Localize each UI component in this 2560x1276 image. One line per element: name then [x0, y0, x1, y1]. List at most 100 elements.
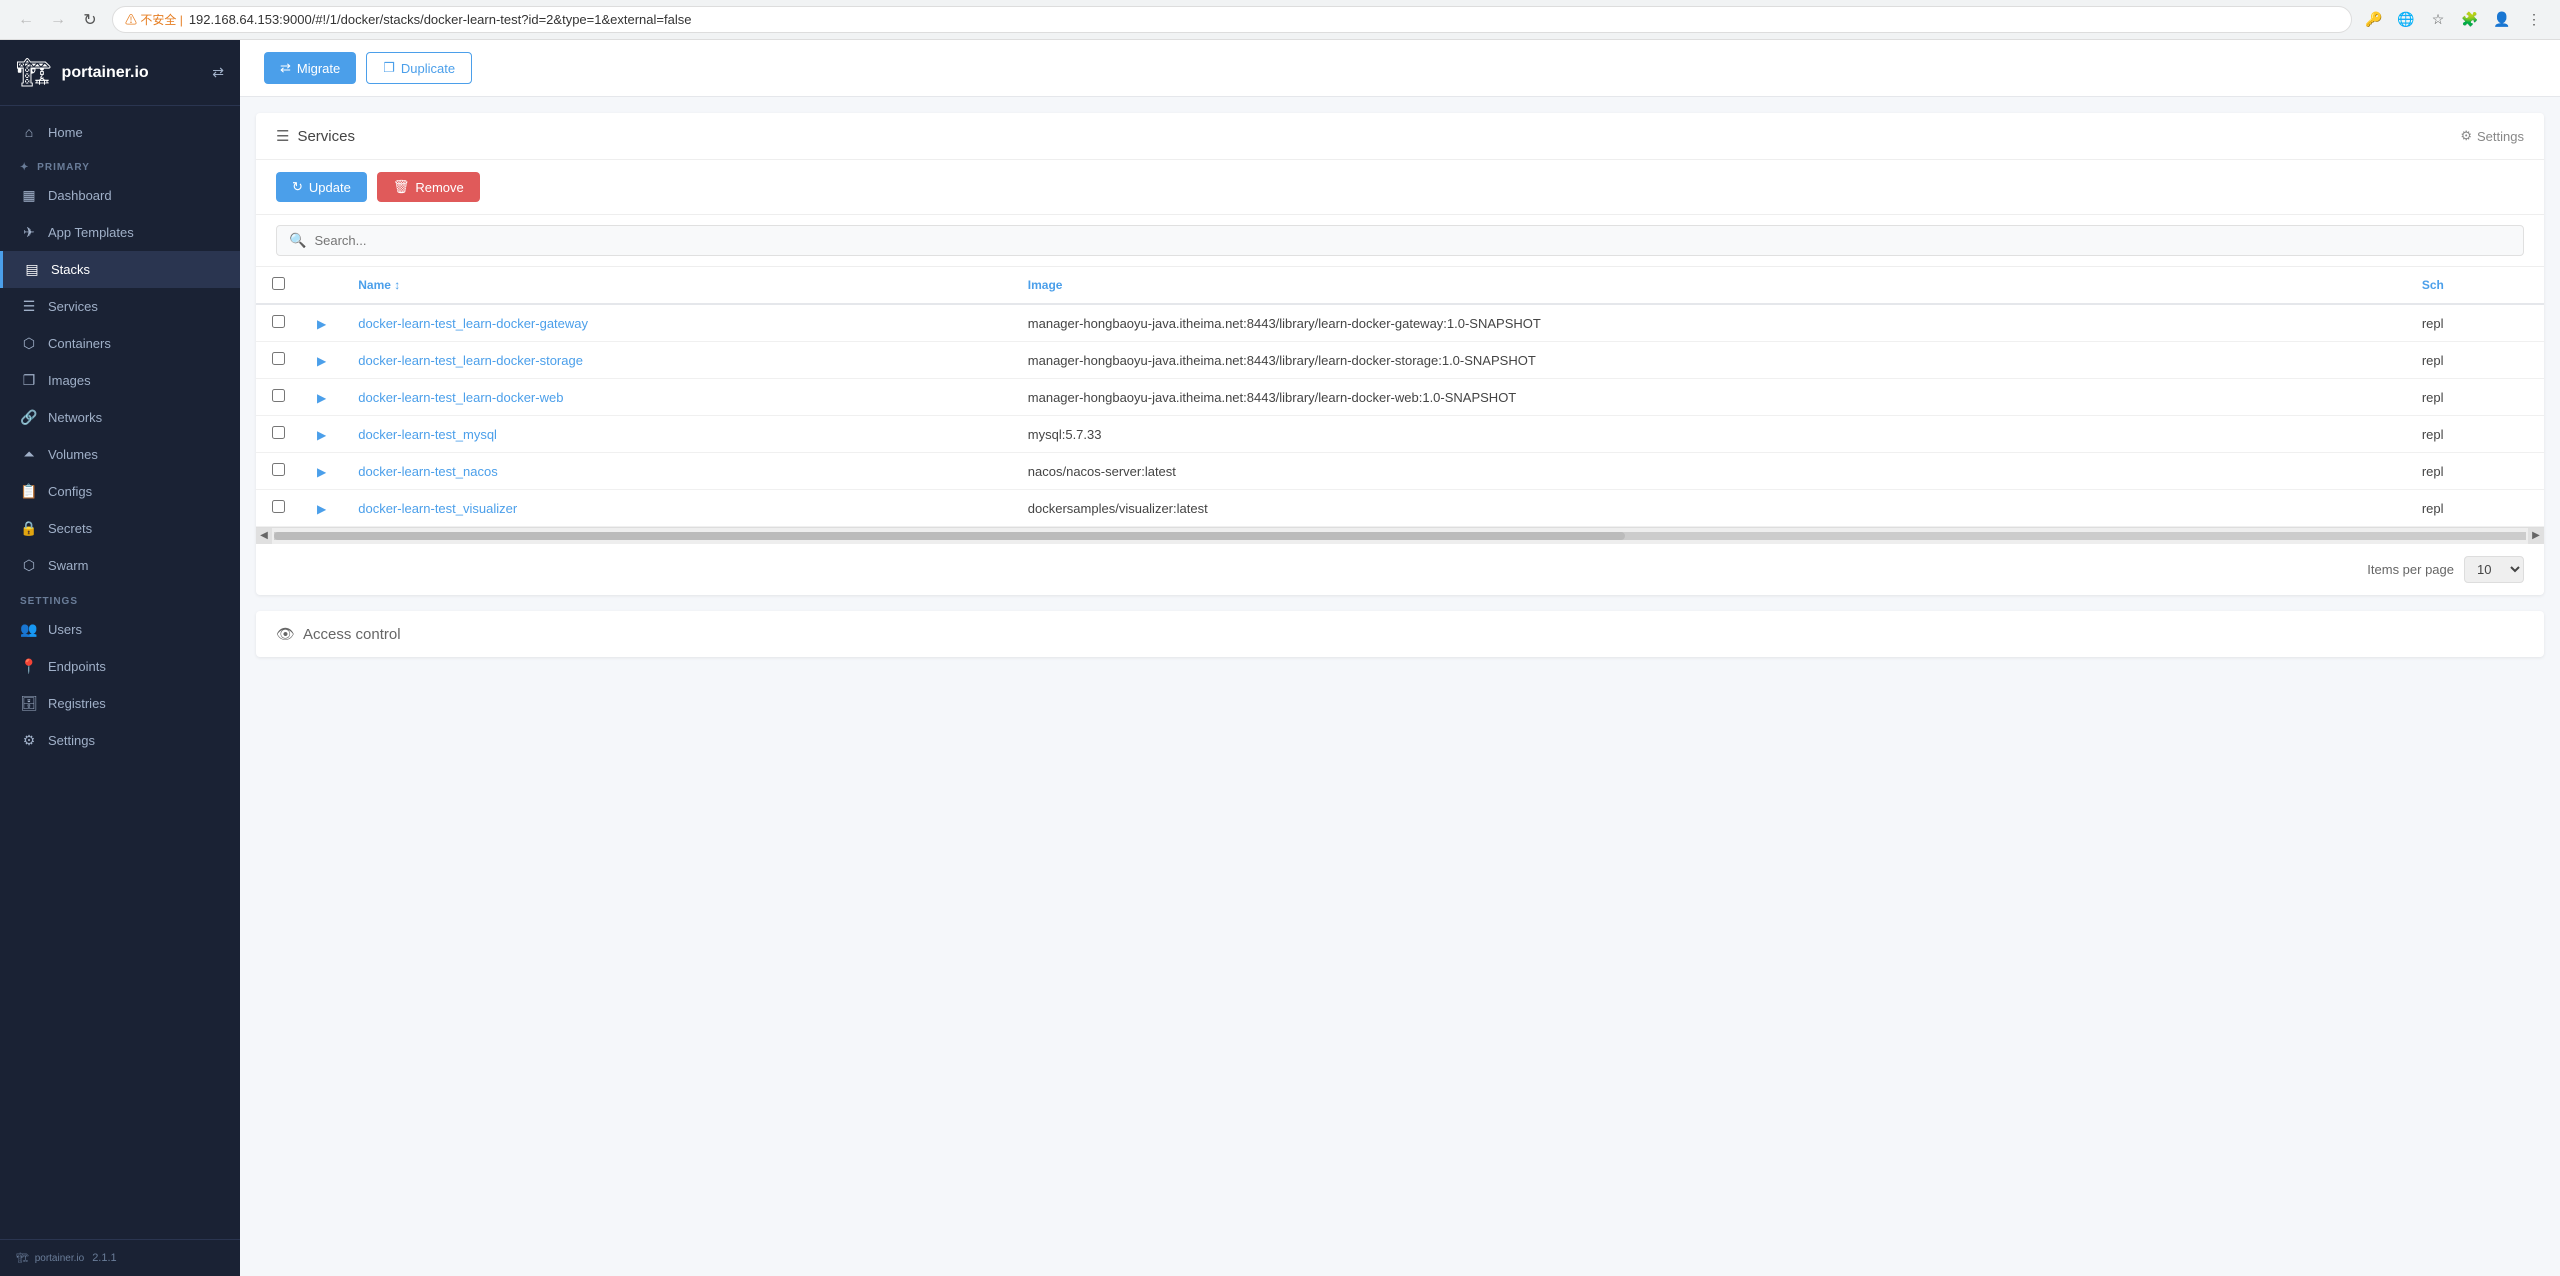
sidebar-item-stacks[interactable]: ▤ Stacks: [0, 251, 240, 288]
settings-icon: ⚙: [20, 732, 38, 749]
sidebar-item-endpoints[interactable]: 📍 Endpoints: [0, 648, 240, 685]
items-per-page-select[interactable]: 10 25 50 100: [2464, 556, 2524, 583]
footer-logo-icon: 🏗: [16, 1253, 29, 1264]
expand-button[interactable]: ▶: [317, 354, 326, 368]
sidebar-item-secrets[interactable]: 🔒 Secrets: [0, 510, 240, 547]
sidebar-item-configs[interactable]: 📋 Configs: [0, 473, 240, 510]
row-checkbox[interactable]: [272, 315, 285, 328]
update-button[interactable]: ↻ Update: [276, 172, 367, 202]
sidebar-item-networks[interactable]: 🔗 Networks: [0, 399, 240, 436]
top-action-bar: ⇄ Migrate ❐ Duplicate: [240, 40, 2560, 97]
sidebar-item-app-templates[interactable]: ✈ App Templates: [0, 214, 240, 251]
expand-button[interactable]: ▶: [317, 465, 326, 479]
sidebar-expand-btn[interactable]: ⇄: [212, 64, 224, 81]
expand-cell[interactable]: ▶: [301, 416, 342, 453]
row-checkbox[interactable]: [272, 352, 285, 365]
profile-icon[interactable]: 👤: [2488, 6, 2516, 34]
row-checkbox[interactable]: [272, 463, 285, 476]
service-name-link[interactable]: docker-learn-test_nacos: [358, 464, 497, 479]
row-checkbox[interactable]: [272, 426, 285, 439]
access-control-title: 👁 Access control: [276, 625, 2524, 643]
stacks-icon: ▤: [23, 261, 41, 278]
row-checkbox-cell[interactable]: [256, 416, 301, 453]
key-icon[interactable]: 🔑: [2360, 6, 2388, 34]
row-checkbox-cell[interactable]: [256, 453, 301, 490]
address-bar[interactable]: ⚠ 不安全 | 192.168.64.153:9000/#!/1/docker/…: [112, 6, 2352, 33]
footer-logo-text: portainer.io: [35, 1253, 84, 1264]
browser-chrome: ← → ↻ ⚠ 不安全 | 192.168.64.153:9000/#!/1/d…: [0, 0, 2560, 40]
image-column-header[interactable]: Image: [1012, 267, 2406, 304]
expand-button[interactable]: ▶: [317, 391, 326, 405]
volumes-icon: ⏶: [20, 446, 38, 463]
service-name-link[interactable]: docker-learn-test_learn-docker-storage: [358, 353, 583, 368]
sidebar-item-swarm[interactable]: ⬡ Swarm: [0, 547, 240, 584]
bookmark-icon[interactable]: ☆: [2424, 6, 2452, 34]
expand-cell[interactable]: ▶: [301, 304, 342, 342]
sidebar-item-registries[interactable]: 🗄 Registries: [0, 685, 240, 722]
service-name-link[interactable]: docker-learn-test_mysql: [358, 427, 497, 442]
sidebar-item-settings[interactable]: ⚙ Settings: [0, 722, 240, 759]
search-input-wrap[interactable]: 🔍: [276, 225, 2524, 256]
configs-icon: 📋: [20, 483, 38, 500]
forward-button[interactable]: →: [44, 6, 72, 34]
horizontal-scrollbar[interactable]: ◀ ▶: [256, 527, 2544, 543]
main-content: ⇄ Migrate ❐ Duplicate ☰ Services ⚙ Setti…: [240, 40, 2560, 1276]
scroll-thumb[interactable]: [274, 532, 1625, 540]
sidebar-item-home[interactable]: ⌂ Home: [0, 114, 240, 150]
sidebar-item-volumes[interactable]: ⏶ Volumes: [0, 436, 240, 473]
row-checkbox[interactable]: [272, 500, 285, 513]
service-name-link[interactable]: docker-learn-test_learn-docker-gateway: [358, 316, 588, 331]
sidebar-item-label: Secrets: [48, 521, 92, 536]
service-image-cell: manager-hongbaoyu-java.itheima.net:8443/…: [1012, 304, 2406, 342]
service-sched-cell: repl: [2406, 342, 2544, 379]
sidebar-item-users[interactable]: 👥 Users: [0, 611, 240, 648]
expand-cell[interactable]: ▶: [301, 490, 342, 527]
menu-icon[interactable]: ⋮: [2520, 6, 2548, 34]
expand-cell[interactable]: ▶: [301, 379, 342, 416]
row-checkbox-cell[interactable]: [256, 342, 301, 379]
services-settings-link[interactable]: ⚙ Settings: [2460, 128, 2524, 144]
scheduled-column-header[interactable]: Sch: [2406, 267, 2544, 304]
scroll-track[interactable]: [274, 532, 2526, 540]
sidebar-item-label: Volumes: [48, 447, 98, 462]
translate-icon[interactable]: 🌐: [2392, 6, 2420, 34]
expand-button[interactable]: ▶: [317, 428, 326, 442]
row-checkbox[interactable]: [272, 389, 285, 402]
reload-button[interactable]: ↻: [76, 6, 104, 34]
networks-icon: 🔗: [20, 409, 38, 426]
sidebar-item-containers[interactable]: ⬡ Containers: [0, 325, 240, 362]
remove-button[interactable]: 🗑 Remove: [377, 172, 480, 202]
expand-button[interactable]: ▶: [317, 502, 326, 516]
extension-icon[interactable]: 🧩: [2456, 6, 2484, 34]
duplicate-button[interactable]: ❐ Duplicate: [366, 52, 472, 84]
sidebar-item-dashboard[interactable]: ▦ Dashboard: [0, 177, 240, 214]
expand-button[interactable]: ▶: [317, 317, 326, 331]
table-row: ▶ docker-learn-test_learn-docker-web man…: [256, 379, 2544, 416]
table-row: ▶ docker-learn-test_learn-docker-gateway…: [256, 304, 2544, 342]
sidebar-item-services[interactable]: ☰ Services: [0, 288, 240, 325]
secrets-icon: 🔒: [20, 520, 38, 537]
name-column-header[interactable]: Name ↕: [342, 267, 1012, 304]
service-name-link[interactable]: docker-learn-test_learn-docker-web: [358, 390, 563, 405]
service-sched-cell: repl: [2406, 379, 2544, 416]
table-footer: Items per page 10 25 50 100: [256, 543, 2544, 595]
expand-cell[interactable]: ▶: [301, 342, 342, 379]
row-checkbox-cell[interactable]: [256, 379, 301, 416]
migrate-button[interactable]: ⇄ Migrate: [264, 52, 356, 84]
row-checkbox-cell[interactable]: [256, 490, 301, 527]
row-checkbox-cell[interactable]: [256, 304, 301, 342]
images-icon: ❐: [20, 372, 38, 389]
scroll-left-arrow[interactable]: ◀: [256, 528, 272, 544]
sidebar-item-images[interactable]: ❐ Images: [0, 362, 240, 399]
service-name-cell: docker-learn-test_learn-docker-storage: [342, 342, 1012, 379]
scroll-right-arrow[interactable]: ▶: [2528, 528, 2544, 544]
services-table-head: Name ↕ Image Sch: [256, 267, 2544, 304]
search-input[interactable]: [314, 233, 2511, 248]
services-table-body: ▶ docker-learn-test_learn-docker-gateway…: [256, 304, 2544, 527]
back-button[interactable]: ←: [12, 6, 40, 34]
services-title: ☰ Services: [276, 127, 355, 145]
service-name-link[interactable]: docker-learn-test_visualizer: [358, 501, 517, 516]
select-all-checkbox[interactable]: [272, 277, 285, 290]
expand-cell[interactable]: ▶: [301, 453, 342, 490]
services-section-icon: ☰: [276, 127, 289, 145]
